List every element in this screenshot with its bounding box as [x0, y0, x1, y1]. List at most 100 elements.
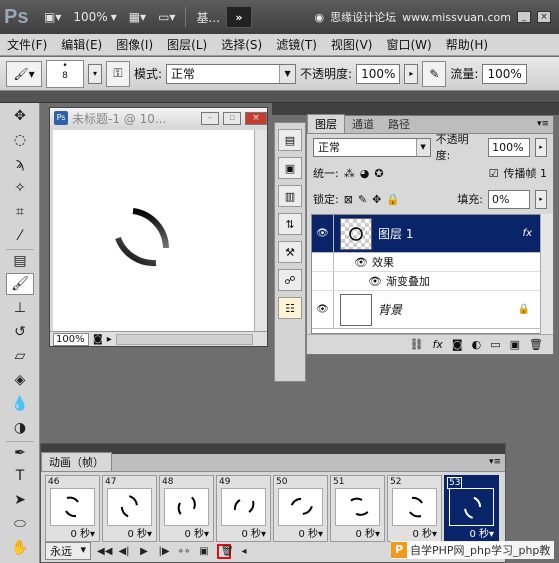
loop-dropdown[interactable]: 永远 ▾: [45, 542, 91, 560]
menu-filter[interactable]: 滤镜(T): [269, 36, 324, 53]
next-frame-icon[interactable]: |▶: [157, 546, 171, 557]
brush-presets-panel-icon[interactable]: ▥: [278, 185, 302, 207]
menu-layer[interactable]: 图层(L): [160, 36, 214, 53]
horizontal-scrollbar[interactable]: [115, 333, 253, 345]
new-group-icon[interactable]: ▭: [490, 338, 500, 351]
panel-menu-icon[interactable]: ▾≡: [489, 457, 501, 467]
status-info-icon[interactable]: ◙: [93, 334, 103, 345]
fx-icon[interactable]: fx: [433, 338, 443, 351]
tab-channels[interactable]: 通道: [345, 115, 381, 133]
first-frame-icon[interactable]: ◀◀: [97, 546, 112, 557]
animation-frame[interactable]: 46 0 秒▾: [45, 475, 100, 542]
eraser-tool-icon[interactable]: ▱: [6, 345, 34, 367]
tool-presets-panel-icon[interactable]: ⚒: [278, 241, 302, 263]
blend-mode-dropdown[interactable]: 正常 ▼: [313, 137, 431, 157]
film-icon[interactable]: ▣▾: [38, 5, 67, 29]
layer-opacity-arrow[interactable]: ▸: [535, 137, 547, 157]
hand-tool-icon[interactable]: ✋: [6, 537, 34, 559]
frame-delay[interactable]: 0 秒▾: [241, 525, 266, 540]
history-panel-icon[interactable]: ▤: [278, 129, 302, 151]
frame-delay[interactable]: 0 秒▾: [355, 525, 380, 540]
frame-delay[interactable]: 0 秒▾: [412, 525, 437, 540]
menu-select[interactable]: 选择(S): [214, 36, 269, 53]
lasso-tool-icon[interactable]: ϡ: [6, 153, 34, 175]
clone-stamp-tool-icon[interactable]: ⊥: [6, 297, 34, 319]
lock-transparency-icon[interactable]: ⊠: [344, 193, 353, 206]
document-canvas[interactable]: [53, 130, 254, 332]
minimize-document-button[interactable]: –: [201, 111, 219, 125]
adjustment-layer-icon[interactable]: ◐: [472, 338, 482, 351]
crop-tool-icon[interactable]: ⌗: [6, 201, 34, 223]
close-window-button[interactable]: ×: [537, 11, 551, 23]
unify-style-icon[interactable]: ✪: [374, 167, 383, 180]
workspace-switcher[interactable]: 基...: [190, 5, 225, 29]
delete-frame-icon[interactable]: 🗑: [217, 543, 234, 559]
animation-frame[interactable]: 50 0 秒▾: [273, 475, 328, 542]
propagate-checkbox[interactable]: ☑: [489, 167, 499, 180]
tab-animation-frames[interactable]: 动画（帧）: [41, 452, 112, 471]
lock-all-icon[interactable]: 🔒: [386, 193, 400, 206]
animation-frame[interactable]: 47 0 秒▾: [102, 475, 157, 542]
tween-icon[interactable]: ∘∘: [177, 546, 191, 557]
delete-layer-icon[interactable]: 🗑: [529, 338, 543, 351]
add-mask-icon[interactable]: ◙: [452, 338, 463, 351]
brush-preset-picker[interactable]: 🖌▾: [6, 60, 42, 87]
eye-icon[interactable]: 👁: [312, 215, 334, 252]
menu-view[interactable]: 视图(V): [324, 36, 380, 53]
brush-panel-toggle[interactable]: ⚿: [106, 60, 130, 87]
lock-pixels-icon[interactable]: ✎: [358, 193, 367, 206]
eye-icon[interactable]: 👁: [354, 256, 368, 269]
menu-edit[interactable]: 编辑(E): [54, 36, 109, 53]
opacity-input[interactable]: 100%: [356, 63, 401, 84]
eye-icon[interactable]: 👁: [312, 291, 334, 328]
duplicate-frame-icon[interactable]: ▣: [197, 546, 211, 557]
menu-help[interactable]: 帮助(H): [439, 36, 495, 53]
type-tool-icon[interactable]: T: [6, 465, 34, 487]
gradient-overlay-row[interactable]: 👁 渐变叠加: [312, 272, 540, 291]
animation-frame[interactable]: 52 0 秒▾: [387, 475, 442, 542]
menu-window[interactable]: 窗口(W): [379, 36, 438, 53]
brush-size-arrow[interactable]: ▾: [88, 63, 102, 84]
effects-row[interactable]: 👁 效果: [312, 253, 540, 272]
flow-input[interactable]: 100%: [482, 63, 527, 84]
move-tool-icon[interactable]: ✥: [6, 105, 34, 127]
layer-row-background[interactable]: 👁 背景 🔒: [312, 291, 540, 329]
frame-delay[interactable]: 0 秒▾: [70, 525, 95, 540]
minimize-button[interactable]: _: [517, 11, 531, 23]
dodge-tool-icon[interactable]: ◑: [6, 417, 34, 439]
tab-paths[interactable]: 路径: [381, 115, 417, 133]
pen-tool-icon[interactable]: ✒: [6, 441, 34, 463]
maximize-document-button[interactable]: ▫: [223, 111, 241, 125]
actions-panel-icon[interactable]: ▣: [278, 157, 302, 179]
mode-dropdown[interactable]: 正常 ▼: [166, 63, 297, 84]
menu-image[interactable]: 图像(I): [109, 36, 160, 53]
adjustments-panel-icon[interactable]: ☍: [278, 269, 302, 291]
opacity-slider-arrow[interactable]: ▸: [404, 63, 419, 84]
healing-brush-tool-icon[interactable]: ▤: [6, 249, 34, 271]
expand-workspaces-button[interactable]: »: [225, 6, 252, 28]
paint-bucket-tool-icon[interactable]: ◈: [6, 369, 34, 391]
shape-tool-icon[interactable]: ⬭: [6, 513, 34, 535]
blur-tool-icon[interactable]: 💧: [6, 393, 34, 415]
animation-frame[interactable]: 48 0 秒▾: [159, 475, 214, 542]
tab-layers[interactable]: 图层: [307, 114, 345, 133]
screen-mode-icon[interactable]: ▭▾: [152, 5, 181, 29]
play-icon[interactable]: ▶: [137, 546, 151, 557]
unify-visibility-icon[interactable]: ◕: [360, 167, 370, 180]
styles-panel-icon[interactable]: ☷: [278, 297, 302, 319]
animation-frame[interactable]: 49 0 秒▾: [216, 475, 271, 542]
eyedropper-tool-icon[interactable]: ⁄: [6, 225, 34, 247]
menu-file[interactable]: 文件(F): [0, 36, 54, 53]
eye-icon[interactable]: 👁: [368, 275, 382, 288]
clone-source-panel-icon[interactable]: ⇅: [278, 213, 302, 235]
layer-row-layer1[interactable]: 👁 图层 1 fx: [312, 215, 540, 253]
fill-input[interactable]: 0%: [488, 189, 530, 209]
arrange-documents-icon[interactable]: ▦▾: [123, 5, 152, 29]
layer-opacity-input[interactable]: 100%: [488, 137, 531, 157]
vertical-scrollbar[interactable]: [254, 130, 267, 332]
fx-icon[interactable]: fx: [523, 228, 532, 239]
frame-delay[interactable]: 0 秒▾: [184, 525, 209, 540]
path-selection-tool-icon[interactable]: ➤: [6, 489, 34, 511]
history-brush-tool-icon[interactable]: ↺: [6, 321, 34, 343]
brush-tool-icon[interactable]: 🖌: [6, 273, 34, 295]
